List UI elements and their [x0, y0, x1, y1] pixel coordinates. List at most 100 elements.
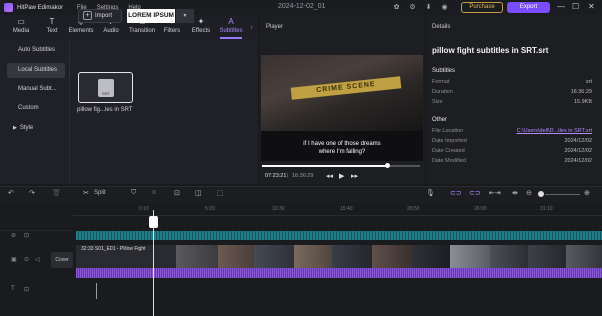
playhead-handle[interactable] [149, 216, 158, 228]
video-thumbnail [566, 245, 602, 268]
track-lock-icon[interactable]: ⊡ [24, 232, 29, 239]
maximize-icon[interactable]: ☐ [572, 2, 579, 11]
next-frame-icon[interactable]: ▸▸ [351, 172, 358, 180]
subtitle-file-thumbnail[interactable]: SRT [78, 72, 133, 103]
tab-transition-label: Transition [128, 28, 156, 34]
font-preset-dropdown-icon[interactable]: ▾ [176, 9, 194, 23]
total-time: 16:36:29 [292, 173, 314, 179]
mic-icon[interactable]: 🎙 [426, 189, 435, 197]
cover-button[interactable]: Cover [51, 252, 73, 268]
insert-cursor [96, 283, 97, 299]
import-label: Import [95, 13, 113, 19]
play-icon[interactable]: ▶ [339, 172, 344, 180]
video-thumbnail [372, 245, 412, 268]
progress-fill [262, 165, 387, 167]
delete-icon[interactable]: 🗑 [52, 189, 61, 197]
speed-icon[interactable]: ◫ [195, 189, 202, 197]
track-link-icon[interactable]: ⊘ [11, 232, 16, 239]
detail-value-format: srt [585, 79, 592, 85]
sidebar-item-manual-subtitles[interactable]: Manual Subt... [7, 82, 65, 97]
track-divider [0, 230, 72, 231]
detail-value-duration: 16:36:29 [570, 89, 592, 95]
tab-media[interactable]: ▭ Media [8, 15, 34, 39]
detail-key-size: Size [432, 99, 443, 105]
zoom-slider-handle[interactable] [538, 191, 544, 197]
subtitles-icon: A [228, 17, 234, 26]
audio-waveform[interactable] [76, 268, 602, 278]
undo-icon[interactable]: ↶ [8, 189, 14, 197]
tab-media-label: Media [12, 28, 30, 34]
ruler-label: 10:30 [272, 206, 285, 212]
tab-text[interactable]: T Text [40, 15, 64, 39]
link-icon[interactable]: ⊂⊃ [450, 189, 462, 197]
track-lock-icon[interactable]: ⊡ [24, 286, 29, 293]
tab-text-label: Text [46, 28, 58, 34]
split-view-icon[interactable]: ⇼ [512, 189, 518, 197]
detail-key-date-modified: Date Modified [432, 158, 466, 164]
srt-file-icon: SRT [98, 79, 114, 97]
import-button[interactable]: + Import [78, 9, 122, 23]
user-icon[interactable]: ◉ [440, 3, 449, 12]
download-icon[interactable]: ⬇ [424, 3, 433, 12]
zoom-in-icon[interactable]: ⊕ [584, 189, 590, 197]
minimize-icon[interactable]: — [557, 2, 565, 11]
track-lock-icon[interactable]: ⊙ [24, 256, 29, 263]
video-thumbnail [450, 245, 490, 268]
ruler-label: 31:10 [540, 206, 553, 212]
detail-key-file-location: File Location [432, 128, 464, 134]
purchase-button[interactable]: Purchase [461, 2, 503, 13]
sidebar-item-label: Auto Subtitles [18, 47, 56, 53]
zoom-slider[interactable] [545, 194, 580, 195]
sidebar-item-label: Local Subtitles [18, 67, 58, 73]
player-title: Player [266, 24, 284, 30]
font-preset-preview[interactable]: LOREM IPSUM [127, 9, 175, 23]
plus-icon: + [83, 11, 92, 20]
tab-subtitles-label: Subtitles [219, 28, 243, 34]
player-panel: Player CRIME SCENE if I have one of thos… [259, 15, 425, 184]
detail-key-format: Format [432, 79, 450, 85]
sidebar-item-label: Custom [18, 105, 39, 111]
track-mute-icon[interactable]: ◁ [35, 256, 40, 263]
subtitle-track-clip[interactable] [76, 231, 602, 240]
file-location-link[interactable]: C:\Users\dell\D...tles in SRT.srt [517, 128, 592, 134]
detail-value-date-created: 2024/12/02 [564, 148, 592, 154]
tab-subtitles[interactable]: A Subtitles [218, 15, 244, 39]
track-visibility-icon[interactable]: ▣ [11, 256, 17, 263]
detail-value-size: 15.9KB [573, 99, 592, 105]
video-preview[interactable]: CRIME SCENE if I have one of those dream… [261, 55, 423, 161]
text-track-icon[interactable]: T [11, 286, 15, 292]
split-label[interactable]: Split [94, 190, 106, 196]
fit-icon[interactable]: ⇤⇥ [489, 189, 501, 197]
marker-icon[interactable]: ⛉ [131, 189, 136, 197]
redo-icon[interactable]: ↷ [29, 189, 35, 197]
playback-progress[interactable] [262, 163, 420, 168]
progress-handle[interactable] [384, 163, 390, 168]
video-thumbnail [412, 245, 450, 268]
ruler-label: 20:50 [407, 206, 420, 212]
settings-icon[interactable]: ⚙ [408, 3, 417, 12]
video-thumbnail [218, 245, 254, 268]
more-tools-chevron-icon[interactable]: › [247, 23, 256, 32]
text-box-icon[interactable]: ⊡ [174, 189, 180, 197]
sidebar-item-local-subtitles[interactable]: Local Subtitles [7, 63, 65, 78]
tab-audio-label: Audio [103, 28, 119, 34]
app-logo-icon [4, 3, 13, 12]
current-time: 07:23:21 [265, 173, 287, 179]
gift-icon[interactable]: ✿ [392, 3, 401, 12]
export-button[interactable]: Export [507, 2, 550, 13]
close-icon[interactable]: ✕ [588, 2, 595, 11]
magnet-icon[interactable]: ⊂⊃ [469, 189, 481, 197]
sidebar-item-auto-subtitles[interactable]: Auto Subtitles [7, 43, 65, 58]
sidebar-item-style[interactable]: ▶ Style [7, 121, 65, 136]
details-title: Details [432, 24, 451, 30]
zoom-out-icon[interactable]: ⊖ [526, 189, 532, 197]
tab-filters-label: Filters [163, 28, 181, 34]
crop-icon[interactable]: ⧈ [152, 189, 156, 197]
subtitles-section-header: Subtitles [432, 68, 456, 74]
sidebar-item-custom[interactable]: Custom [7, 101, 65, 116]
video-thumbnail [254, 245, 294, 268]
previous-frame-icon[interactable]: ◂◂ [326, 172, 333, 180]
sidebar-item-label: Manual Subt... [18, 86, 57, 92]
split-icon[interactable]: ✂ [83, 189, 89, 197]
ai-icon[interactable]: ⬚ [217, 189, 224, 197]
